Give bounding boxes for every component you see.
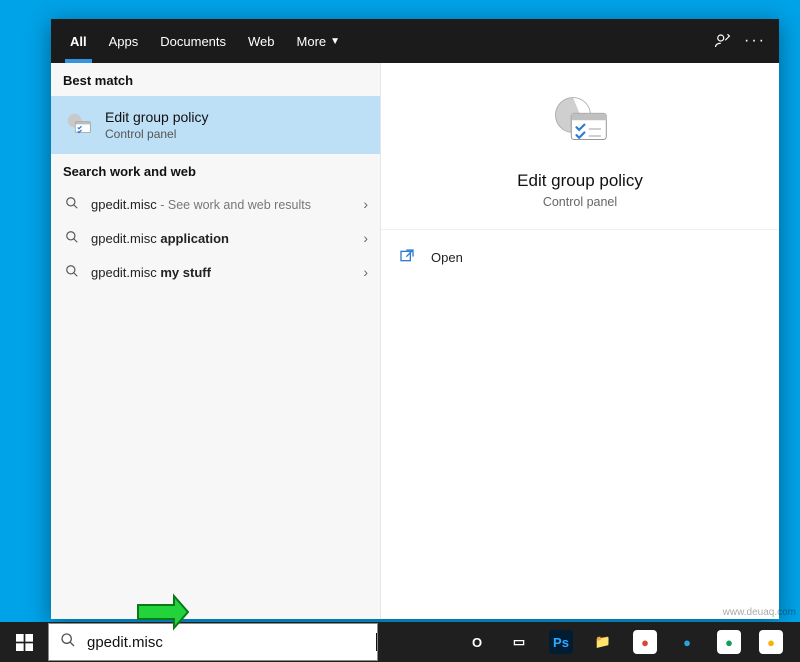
search-icon: [63, 230, 81, 247]
tab-more-label: More: [297, 34, 327, 49]
start-button[interactable]: [0, 622, 48, 662]
taskbar-app-taskview[interactable]: ▭: [498, 622, 540, 662]
taskbar-app-edge[interactable]: ●: [666, 622, 708, 662]
search-panel: All Apps Documents Web More ▼ ··· Best m…: [51, 19, 779, 619]
open-label: Open: [431, 250, 463, 265]
text-caret: [376, 633, 377, 651]
open-action[interactable]: Open: [381, 238, 779, 276]
search-tabbar: All Apps Documents Web More ▼ ···: [51, 19, 779, 63]
best-match-title: Edit group policy: [105, 109, 209, 125]
taskbar-apps: O▭Ps📁●●●●: [456, 622, 800, 662]
taskbar: O▭Ps📁●●●●: [0, 622, 800, 662]
best-match-result[interactable]: Edit group policy Control panel: [51, 96, 380, 154]
taskbar-app-chrome2[interactable]: ●: [708, 622, 750, 662]
preview-subtitle: Control panel: [543, 195, 617, 209]
search-icon: [63, 196, 81, 213]
tab-apps[interactable]: Apps: [98, 19, 150, 63]
search-input[interactable]: [87, 634, 382, 651]
preview-column: Edit group policy Control panel Open: [381, 63, 779, 619]
result-label: gpedit.misc application: [91, 231, 350, 246]
tab-web[interactable]: Web: [237, 19, 286, 63]
group-policy-large-icon: [545, 87, 615, 157]
open-icon: [399, 248, 421, 267]
results-column: Best match Edit group policy Con: [51, 63, 381, 619]
search-icon: [63, 264, 81, 281]
result-row[interactable]: gpedit.misc my stuff ›: [51, 255, 380, 289]
tab-more[interactable]: More ▼: [286, 19, 352, 63]
taskbar-app-photoshop[interactable]: Ps: [540, 622, 582, 662]
taskbar-app-cortana[interactable]: O: [456, 622, 498, 662]
taskbar-searchbox[interactable]: [48, 623, 378, 661]
result-label: gpedit.misc - See work and web results: [91, 197, 350, 212]
section-best-match: Best match: [51, 63, 380, 96]
chevron-right-icon[interactable]: ›: [350, 264, 368, 280]
result-row[interactable]: gpedit.misc - See work and web results ›: [51, 187, 380, 221]
tab-all[interactable]: All: [59, 19, 98, 63]
result-row[interactable]: gpedit.misc application ›: [51, 221, 380, 255]
taskbar-app-chrome1[interactable]: ●: [624, 622, 666, 662]
watermark: www.deuaq.com: [723, 607, 796, 618]
feedback-icon[interactable]: [707, 25, 739, 57]
chevron-down-icon: ▼: [330, 36, 340, 47]
best-match-subtitle: Control panel: [105, 127, 209, 141]
chevron-right-icon[interactable]: ›: [350, 196, 368, 212]
search-icon: [49, 632, 87, 652]
more-options-icon[interactable]: ···: [739, 25, 771, 57]
section-work-web: Search work and web: [51, 154, 380, 187]
group-policy-icon: [63, 109, 95, 141]
preview-title: Edit group policy: [517, 171, 643, 191]
taskbar-app-explorer[interactable]: 📁: [582, 622, 624, 662]
taskbar-app-chrome3[interactable]: ●: [750, 622, 792, 662]
result-label: gpedit.misc my stuff: [91, 265, 350, 280]
chevron-right-icon[interactable]: ›: [350, 230, 368, 246]
tab-documents[interactable]: Documents: [149, 19, 237, 63]
